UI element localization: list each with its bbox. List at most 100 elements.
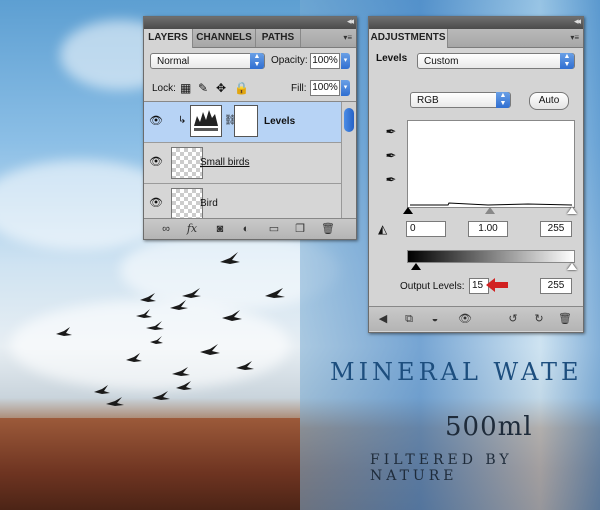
layer-row-small-birds[interactable]: 👁 Small birds [144, 143, 341, 184]
bird-icon [146, 321, 164, 330]
tab-layers[interactable]: LAYERS [144, 29, 193, 48]
new-group-icon[interactable]: ▭ [266, 222, 282, 236]
output-white-slider[interactable] [567, 263, 577, 270]
layer-name: Bird [200, 198, 218, 209]
fill-dropdown-icon[interactable]: ▾ [341, 80, 350, 96]
layers-panel-titlebar[interactable]: ◂◂ [144, 16, 356, 29]
black-eyedropper-icon[interactable]: ✒ [383, 124, 399, 140]
blend-mode-select[interactable]: Normal ▲ ▼ [150, 53, 265, 69]
channel-select[interactable]: RGB ▲ ▼ [410, 92, 511, 108]
tab-channels[interactable]: CHANNELS [193, 29, 256, 47]
clip-arrow-icon: ↳ [178, 115, 187, 126]
opacity-label: Opacity: [271, 55, 308, 66]
white-eyedropper-icon[interactable]: ✒ [383, 172, 399, 188]
chevron-updown-icon: ▲ ▼ [250, 53, 264, 69]
scrollbar-thumb[interactable] [344, 108, 354, 132]
bird-icon [106, 397, 124, 406]
opacity-dropdown-icon[interactable]: ▾ [341, 53, 350, 69]
preset-select[interactable]: Custom ▲ ▼ [417, 53, 575, 69]
output-gradient-bar [407, 250, 575, 263]
bird-icon [236, 361, 254, 370]
bird-icon [200, 344, 220, 355]
layer-mask-thumbnail[interactable] [234, 105, 258, 137]
blend-mode-value: Normal [157, 56, 190, 67]
panel-menu-icon[interactable]: ▾≡ [570, 33, 579, 42]
lock-all-icon[interactable]: 🔒 [234, 81, 249, 95]
gray-eyedropper-icon[interactable]: ✒ [383, 148, 399, 164]
expand-view-icon[interactable]: ⧉ [401, 312, 417, 326]
histogram-graph [410, 202, 573, 206]
view-previous-icon[interactable]: ↺ [505, 312, 521, 326]
collapse-icon[interactable]: ◂◂ [347, 16, 354, 27]
bird-icon [170, 300, 188, 310]
chevron-updown-icon: ▲ ▼ [560, 53, 574, 69]
clipping-icon[interactable]: ◭ [378, 222, 387, 236]
bird-icon [176, 381, 192, 390]
visibility-eye-icon[interactable]: 👁 [148, 197, 164, 209]
reset-icon[interactable]: ↻ [531, 312, 547, 326]
chevron-updown-icon: ▲ ▼ [496, 92, 510, 108]
bird-icon [222, 310, 242, 321]
adjustments-panel-titlebar[interactable]: ◂◂ [369, 16, 583, 29]
layer-row-bird[interactable]: 👁 Bird [144, 184, 341, 218]
bird-icon [126, 353, 142, 362]
layers-panel-tabs: LAYERS CHANNELS PATHS ▾≡ [144, 29, 356, 48]
input-white-field[interactable]: 255 [540, 221, 572, 237]
output-white-field[interactable]: 255 [540, 278, 572, 294]
trash-icon[interactable]: 🗑 [320, 222, 336, 236]
layer-name: Small birds [200, 157, 250, 168]
bird-icon [94, 385, 110, 394]
bird-icon [182, 288, 201, 298]
visibility-eye-icon[interactable]: 👁 [148, 115, 164, 127]
layer-thumbnail [171, 188, 203, 218]
bird-icon [152, 391, 170, 400]
clip-to-layer-icon[interactable]: ◒ [427, 312, 443, 326]
layer-style-icon[interactable]: fx [184, 222, 200, 236]
bird-icon [140, 293, 156, 302]
input-gamma-field[interactable]: 1.00 [468, 221, 508, 237]
adjustments-bottom-toolbar: ◀ ⧉ ◒ 👁 ↺ ↻ 🗑 [369, 306, 583, 331]
preset-value: Custom [424, 56, 459, 67]
trash-icon[interactable]: 🗑 [557, 312, 573, 326]
canyon [0, 418, 300, 510]
link-layers-icon[interactable]: ∞ [158, 222, 174, 236]
lock-move-icon[interactable]: ✥ [216, 81, 226, 95]
lock-label: Lock: [152, 83, 176, 94]
visibility-eye-icon[interactable]: 👁 [148, 156, 164, 168]
layers-panel: ◂◂ LAYERS CHANNELS PATHS ▾≡ Normal ▲ ▼ Op… [143, 16, 357, 240]
input-black-field[interactable]: 0 [406, 221, 446, 237]
bird-icon [265, 288, 285, 298]
bird-icon [56, 327, 72, 336]
layers-bottom-toolbar: ∞ fx ◙ ◐ ▭ ❐ 🗑 [144, 218, 356, 239]
fill-input[interactable]: 100% [310, 80, 340, 96]
input-black-slider[interactable] [403, 207, 413, 214]
opacity-input[interactable]: 100% [310, 53, 340, 69]
tab-paths[interactable]: PATHS [256, 29, 301, 47]
auto-button[interactable]: Auto [529, 92, 569, 110]
new-adjustment-icon[interactable]: ◐ [238, 222, 254, 236]
back-arrow-icon[interactable]: ◀ [375, 312, 391, 326]
adjustments-panel-tabs: ADJUSTMENTS ▾≡ [369, 29, 583, 48]
bird-icon [136, 309, 152, 318]
input-gamma-slider[interactable] [485, 207, 495, 214]
collapse-icon[interactable]: ◂◂ [574, 16, 581, 27]
tab-adjustments[interactable]: ADJUSTMENTS [369, 29, 448, 48]
layer-name: Levels [264, 116, 296, 127]
visibility-eye-icon[interactable]: 👁 [457, 312, 473, 326]
new-layer-icon[interactable]: ❐ [292, 222, 308, 236]
layers-list: 👁 ↳ ⛓ Levels 👁 Small birds 👁 Bird [144, 101, 356, 218]
lock-paint-icon[interactable]: ✎ [198, 81, 208, 95]
panel-menu-icon[interactable]: ▾≡ [343, 33, 352, 42]
layer-thumbnail [171, 147, 203, 179]
adjustment-title: Levels [376, 53, 408, 64]
layers-scrollbar[interactable] [341, 102, 356, 218]
layer-row-levels[interactable]: 👁 ↳ ⛓ Levels [144, 102, 341, 143]
bottle-volume: 500ml [445, 412, 533, 442]
bottle-brand-text: MINERAL WATE [330, 358, 583, 386]
output-black-slider[interactable] [411, 263, 421, 270]
fill-label: Fill: [291, 83, 307, 94]
add-mask-icon[interactable]: ◙ [212, 222, 228, 236]
bird-icon [172, 367, 190, 376]
input-white-slider[interactable] [567, 207, 577, 214]
lock-transparent-icon[interactable]: ▦ [180, 81, 191, 95]
